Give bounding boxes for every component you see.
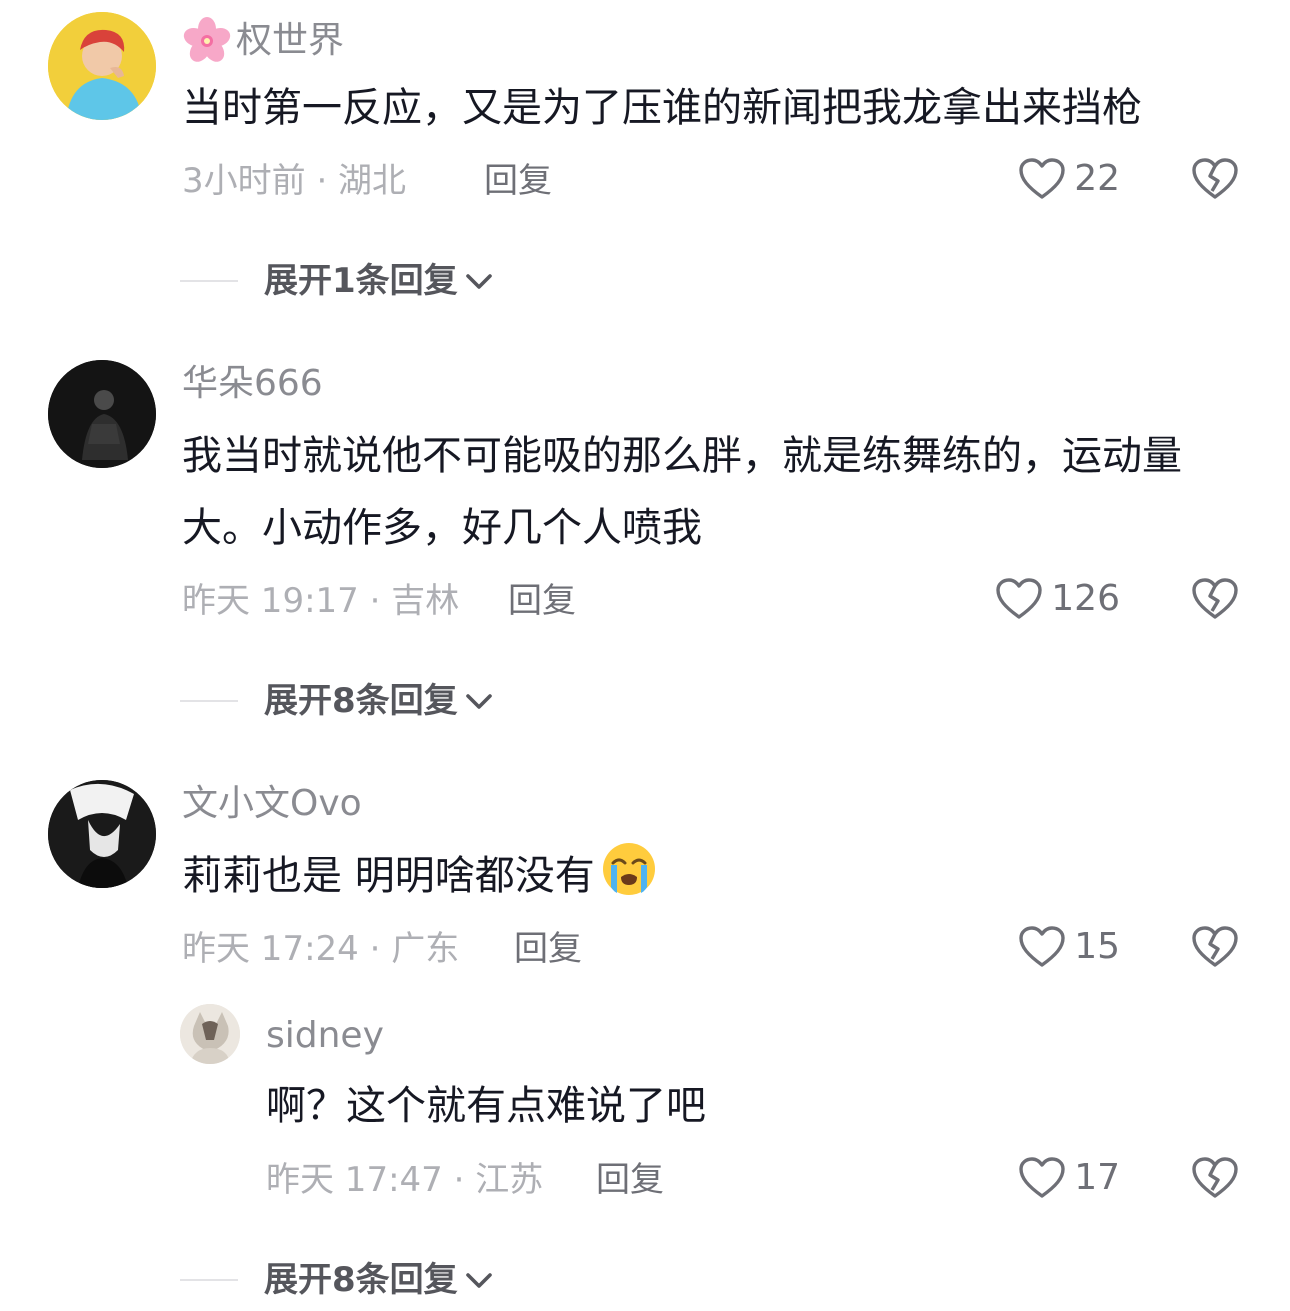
comment-meta: 昨天 17:24 · 广东: [182, 929, 460, 969]
username[interactable]: sidney: [266, 1018, 384, 1054]
chevron-down-icon: [465, 694, 492, 709]
expand-replies[interactable]: 展开1条回复: [180, 264, 496, 298]
dislike-button[interactable]: [1191, 1156, 1239, 1204]
like-count: 15: [1074, 926, 1120, 967]
chevron-down-icon: [465, 274, 492, 289]
comment-text: 当时第一反应，又是为了压谁的新闻把我龙拿出来挡枪: [182, 85, 1142, 131]
like-button[interactable]: 126: [995, 577, 1120, 621]
avatar-image: [48, 780, 156, 888]
like-count: 22: [1074, 158, 1120, 199]
avatar-image: [48, 12, 156, 120]
avatar[interactable]: [48, 780, 156, 888]
heart-icon: [1019, 158, 1065, 199]
expand-replies-label: 展开8条回复: [264, 1260, 458, 1300]
expand-replies[interactable]: 展开8条回复: [180, 1263, 496, 1297]
like-count: 126: [1051, 578, 1120, 619]
dislike-button[interactable]: [1191, 157, 1239, 205]
comment-meta: 3小时前 · 湖北: [182, 161, 407, 201]
expand-replies[interactable]: 展开8条回复: [180, 684, 496, 718]
reply-button[interactable]: 回复: [596, 1163, 664, 1197]
username[interactable]: 华朵666: [182, 366, 323, 402]
reply-button[interactable]: 回复: [484, 164, 552, 198]
avatar[interactable]: [48, 12, 156, 120]
heart-icon: [1019, 1157, 1065, 1198]
comment-text: 莉莉也是 明明啥都没有: [182, 853, 595, 899]
heart-icon: [996, 578, 1042, 619]
broken-heart-icon: [1192, 578, 1238, 619]
username[interactable]: 权世界: [236, 23, 344, 59]
dislike-button[interactable]: [1191, 577, 1239, 625]
like-button[interactable]: 22: [1018, 157, 1120, 201]
chevron-down-icon: [465, 1273, 492, 1288]
broken-heart-icon: [1192, 1157, 1238, 1198]
broken-heart-icon: [1192, 926, 1238, 967]
comment-text: 我当时就说他不可能吸的那么胖，就是练舞练的，运动量大。小动作多，好几个人喷我: [182, 433, 1182, 551]
heart-icon: [1019, 926, 1065, 967]
like-button[interactable]: 15: [1018, 925, 1120, 969]
divider-line: [180, 700, 238, 702]
comment-meta: 昨天 17:47 · 江苏: [266, 1160, 544, 1200]
reply-button[interactable]: 回复: [514, 932, 582, 966]
expand-replies-label: 展开8条回复: [264, 681, 458, 721]
like-button[interactable]: 17: [1018, 1156, 1120, 1200]
username-row[interactable]: 权世界: [182, 16, 344, 66]
like-count: 17: [1074, 1157, 1120, 1198]
reply-button[interactable]: 回复: [508, 584, 576, 618]
loudly-crying-face-icon: [602, 843, 655, 895]
divider-line: [180, 280, 238, 282]
avatar[interactable]: [48, 360, 156, 468]
comment-text: 啊？这个就有点难说了吧: [266, 1083, 706, 1129]
username[interactable]: 文小文Ovo: [182, 786, 362, 822]
comment-text-row: 莉莉也是 明明啥都没有: [182, 840, 1252, 912]
avatar[interactable]: [180, 1004, 240, 1064]
avatar-image: [48, 360, 156, 468]
expand-replies-label: 展开1条回复: [264, 261, 458, 301]
cherry-blossom-icon: [183, 17, 231, 62]
divider-line: [180, 1279, 238, 1281]
dislike-button[interactable]: [1191, 925, 1239, 973]
broken-heart-icon: [1192, 158, 1238, 199]
comment-meta: 昨天 19:17 · 吉林: [182, 581, 460, 621]
avatar-image: [180, 1004, 240, 1064]
